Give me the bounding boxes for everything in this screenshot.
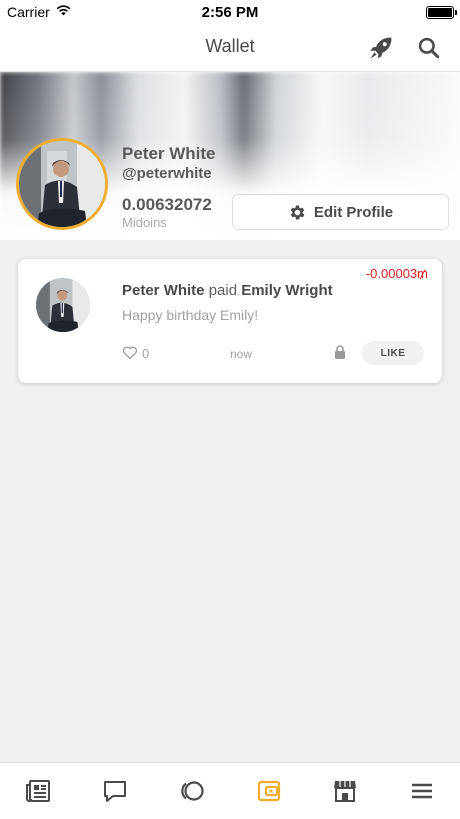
- tab-exchange[interactable]: [178, 777, 206, 805]
- edit-profile-button[interactable]: Edit Profile: [232, 194, 449, 230]
- timestamp: now: [230, 347, 253, 361]
- tab-menu[interactable]: [408, 777, 436, 805]
- tab-bar: [0, 762, 460, 819]
- transaction-amount: -0.00003₥: [365, 266, 428, 281]
- balance-value: 0.00632072: [122, 195, 212, 214]
- wallet-icon: [257, 780, 281, 802]
- search-icon[interactable]: [416, 35, 442, 61]
- gear-icon: [290, 205, 305, 219]
- like-button[interactable]: LIKE: [362, 341, 424, 365]
- balance-unit: Midoins: [122, 215, 167, 230]
- avatar[interactable]: [16, 138, 108, 230]
- tab-news[interactable]: [24, 777, 52, 805]
- battery-icon: [426, 6, 457, 19]
- profile-handle: @peterwhite: [122, 165, 212, 182]
- heart-icon[interactable]: [122, 345, 138, 360]
- edit-profile-label: Edit Profile: [313, 203, 394, 221]
- store-icon: [334, 781, 356, 802]
- transaction-memo: Happy birthday Emily!: [122, 307, 259, 323]
- tab-messages[interactable]: [101, 777, 129, 805]
- chat-icon: [104, 781, 126, 802]
- payee-name[interactable]: Emily Wright: [241, 282, 332, 299]
- clock: 2:56 PM: [201, 4, 259, 21]
- avatar[interactable]: [36, 278, 90, 332]
- profile-header: Peter White @peterwhite 0.00632072 Midoi…: [0, 72, 460, 240]
- status-bar: Carrier 2:56 PM: [0, 0, 460, 24]
- tab-wallet[interactable]: [255, 777, 283, 805]
- transaction-verb: paid: [208, 282, 238, 299]
- news-icon: [26, 780, 50, 802]
- lock-icon: [335, 345, 345, 359]
- like-count: 0: [142, 346, 150, 361]
- navigation-bar: Wallet: [0, 24, 460, 72]
- tab-store[interactable]: [331, 777, 359, 805]
- profile-name: Peter White: [122, 144, 216, 163]
- transaction-description: Peter White paid Emily Wright: [122, 282, 333, 299]
- rocket-icon[interactable]: [367, 34, 395, 62]
- transaction-card[interactable]: -0.00003₥ Peter White paid Emily Wright …: [18, 259, 442, 383]
- exchange-icon: [181, 781, 204, 801]
- menu-icon: [412, 783, 432, 799]
- payer-name[interactable]: Peter White: [122, 282, 205, 299]
